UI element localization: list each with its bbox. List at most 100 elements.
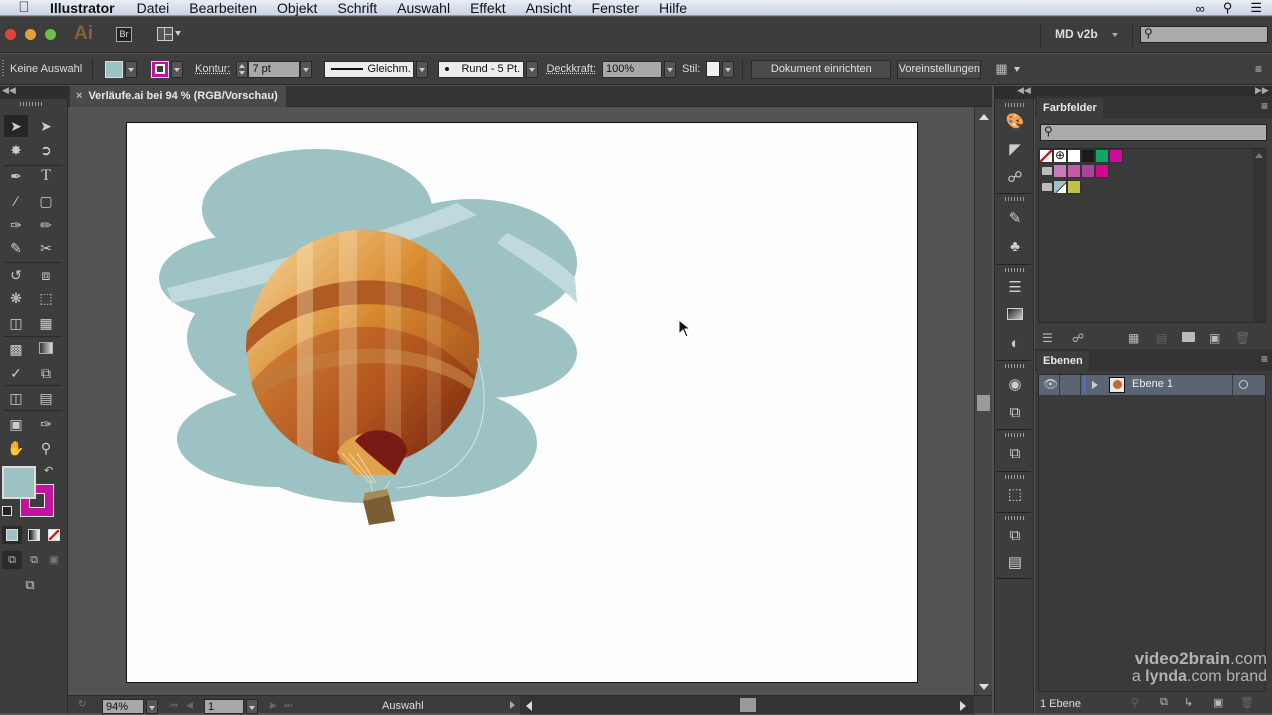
layer-name[interactable]: Ebene 1: [1132, 378, 1173, 390]
delete-layer-icon[interactable]: 🗑: [1240, 696, 1254, 709]
graphic-style-dropdown[interactable]: [722, 60, 735, 78]
direct-selection-tool[interactable]: ➤: [34, 115, 58, 137]
new-swatch-icon[interactable]: ▣: [1209, 331, 1220, 345]
opacity-dropdown[interactable]: [663, 60, 676, 78]
tools-grip[interactable]: [20, 102, 42, 106]
color-mode-button[interactable]: [2, 526, 22, 544]
screen-mode-button[interactable]: ⧉: [18, 576, 42, 594]
stroke-color-swatch[interactable]: [151, 60, 169, 78]
line-segment-tool[interactable]: ∕: [4, 190, 28, 212]
workspace-switcher[interactable]: MD v2b: [1055, 27, 1098, 41]
puppet-warp-tool[interactable]: ❋: [4, 287, 28, 309]
transform-icon[interactable]: ⬚: [1004, 484, 1026, 506]
swatch-magenta[interactable]: [1109, 149, 1123, 163]
swatches-search-input[interactable]: ⚲: [1040, 124, 1267, 141]
lock-toggle[interactable]: [1060, 375, 1080, 395]
menu-ansicht[interactable]: Ansicht: [526, 0, 572, 16]
column-graph-tool[interactable]: ▤: [34, 387, 58, 409]
status-menu-icon[interactable]: [510, 701, 515, 709]
horizontal-scroll-thumb[interactable]: [740, 698, 756, 712]
preferences-button[interactable]: Voreinstellungen: [897, 59, 982, 79]
swatches-tab[interactable]: Farbfelder: [1037, 98, 1103, 118]
close-window-button[interactable]: [5, 29, 16, 40]
control-panel-menu-icon[interactable]: ≡: [1255, 62, 1262, 76]
graphic-styles-icon[interactable]: ⧉: [1004, 402, 1026, 424]
mesh-tool[interactable]: ▩: [4, 338, 28, 360]
draw-inside-button[interactable]: ▣: [44, 551, 64, 569]
vertical-scroll-thumb[interactable]: [977, 395, 990, 411]
swatches-scrollbar[interactable]: [1253, 149, 1265, 322]
arrange-icon[interactable]: ⧉: [1004, 525, 1026, 547]
rotate-tool[interactable]: ↺: [4, 264, 28, 286]
new-folder-icon[interactable]: [1182, 332, 1195, 342]
swatch-libraries-icon[interactable]: ☰: [1042, 331, 1053, 345]
document-tab[interactable]: × Verläufe.ai bei 94 % (RGB/Vorschau): [70, 86, 286, 107]
swatch-pink-1[interactable]: [1053, 164, 1067, 178]
blob-brush-tool[interactable]: ✎: [4, 237, 28, 259]
gradient-panel-icon[interactable]: [1004, 305, 1026, 327]
swatch-green[interactable]: [1095, 149, 1109, 163]
free-transform-tool[interactable]: ⬚: [34, 287, 58, 309]
symbols-icon[interactable]: ☍: [1004, 167, 1026, 189]
swatch-teal-gradient[interactable]: [1053, 180, 1067, 194]
swatch-pink-3[interactable]: [1081, 164, 1095, 178]
zoom-level-input[interactable]: 94%: [102, 699, 144, 714]
layers-panel-menu-icon[interactable]: ≡: [1261, 352, 1268, 366]
menu-effekt[interactable]: Effekt: [470, 0, 506, 16]
show-kinds-icon[interactable]: ☍: [1072, 331, 1084, 345]
horizontal-scroll-track[interactable]: [520, 696, 974, 714]
hand-tool[interactable]: ✋: [4, 437, 28, 459]
brush-select[interactable]: Rund - 5 Pt.: [438, 60, 525, 78]
zoom-tool[interactable]: ⚲: [34, 437, 58, 459]
menu-hilfe[interactable]: Hilfe: [659, 0, 687, 16]
fill-color-dropdown[interactable]: [125, 60, 137, 78]
menu-fenster[interactable]: Fenster: [592, 0, 639, 16]
scale-tool[interactable]: ⧈: [34, 264, 58, 286]
align-icon[interactable]: ▤: [1004, 552, 1026, 574]
stroke-profile-select[interactable]: Gleichm.: [324, 60, 415, 78]
previous-artboard-icon[interactable]: ◀: [186, 700, 193, 711]
fill-color-box[interactable]: [2, 466, 36, 499]
scroll-up-icon[interactable]: [979, 114, 989, 120]
none-mode-button[interactable]: [44, 526, 64, 544]
gradient-tool[interactable]: [34, 338, 58, 360]
scroll-right-icon[interactable]: [960, 701, 966, 711]
default-fill-stroke-icon[interactable]: [2, 506, 12, 516]
pathfinder-icon[interactable]: ⧉: [1004, 443, 1026, 465]
swatches-panel-menu-icon[interactable]: ≡: [1261, 99, 1268, 113]
stroke-profile-dropdown[interactable]: [416, 60, 429, 78]
swatch-none[interactable]: [1039, 149, 1053, 163]
new-layer-icon[interactable]: ▣: [1213, 696, 1223, 709]
swatch-registration[interactable]: ⊕: [1053, 149, 1067, 163]
expand-panels-icon[interactable]: ◀◀: [1017, 85, 1031, 96]
scissors-tool[interactable]: ✂: [34, 237, 58, 259]
first-artboard-icon[interactable]: ⏮: [170, 700, 178, 711]
selection-tool[interactable]: ➤: [4, 115, 28, 137]
perspective-grid-tool[interactable]: ▦: [34, 312, 58, 334]
swatch-options-grid-icon[interactable]: ▦: [1128, 331, 1139, 345]
swatch-pink-2[interactable]: [1067, 164, 1081, 178]
collapse-dock-icon[interactable]: ▶▶: [1255, 85, 1269, 96]
stroke-weight-input[interactable]: 7 pt: [248, 60, 301, 78]
eyedropper-tool[interactable]: ✓: [4, 362, 28, 384]
shape-builder-tool[interactable]: ◫: [4, 312, 28, 334]
apple-icon[interactable]: : [16, 0, 32, 16]
opacity-label[interactable]: Deckkraft:: [546, 63, 596, 75]
kontur-label[interactable]: Kontur:: [195, 63, 230, 75]
fill-color-swatch[interactable]: [105, 60, 123, 78]
isolate-selected-icon[interactable]: ▦: [995, 61, 1007, 77]
color-wheel-icon[interactable]: ◤: [1004, 139, 1026, 161]
zoom-window-button[interactable]: [45, 29, 56, 40]
locate-object-icon[interactable]: ⚲: [1131, 696, 1139, 709]
layers-tab[interactable]: Ebenen: [1037, 351, 1089, 371]
expand-layer-icon[interactable]: [1092, 381, 1098, 389]
minimize-window-button[interactable]: [25, 29, 36, 40]
document-setup-button[interactable]: Dokument einrichten: [751, 59, 892, 79]
last-artboard-icon[interactable]: ⏭: [284, 700, 292, 711]
symbol-sprayer-tool[interactable]: ◫: [4, 387, 28, 409]
artboard[interactable]: [126, 122, 918, 683]
appearance-icon[interactable]: ◉: [1004, 374, 1026, 396]
draw-normal-button[interactable]: ⧉: [2, 551, 22, 569]
help-search-input[interactable]: ⚲: [1140, 26, 1268, 43]
creative-cloud-icon[interactable]: ∞: [1196, 1, 1205, 16]
